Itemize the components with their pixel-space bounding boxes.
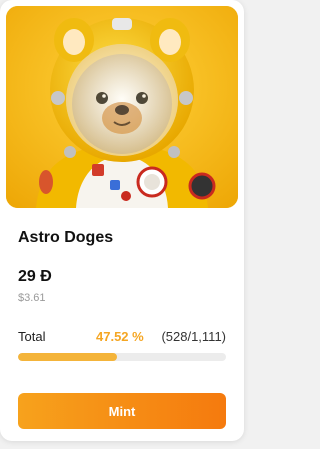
progress-bar: [18, 353, 226, 361]
progress-bar-fill: [18, 353, 117, 361]
astronaut-bear-illustration: [6, 6, 238, 208]
progress-label: Total: [18, 329, 46, 344]
mint-progress-info: Total 47.52 % (528/1,111): [18, 329, 226, 345]
mint-price: 29 Đ: [18, 268, 52, 285]
progress-count: (528/1,111): [161, 329, 226, 344]
collection-image[interactable]: [6, 6, 238, 208]
mint-price-usd: $3.61: [18, 292, 46, 304]
nft-collection-card[interactable]: Astro Doges 29 Đ $3.61 Total 47.52 % (52…: [0, 0, 244, 441]
mint-button[interactable]: Mint: [18, 393, 226, 429]
collection-title: Astro Doges: [18, 229, 114, 246]
progress-percent: 47.52 %: [96, 329, 144, 344]
